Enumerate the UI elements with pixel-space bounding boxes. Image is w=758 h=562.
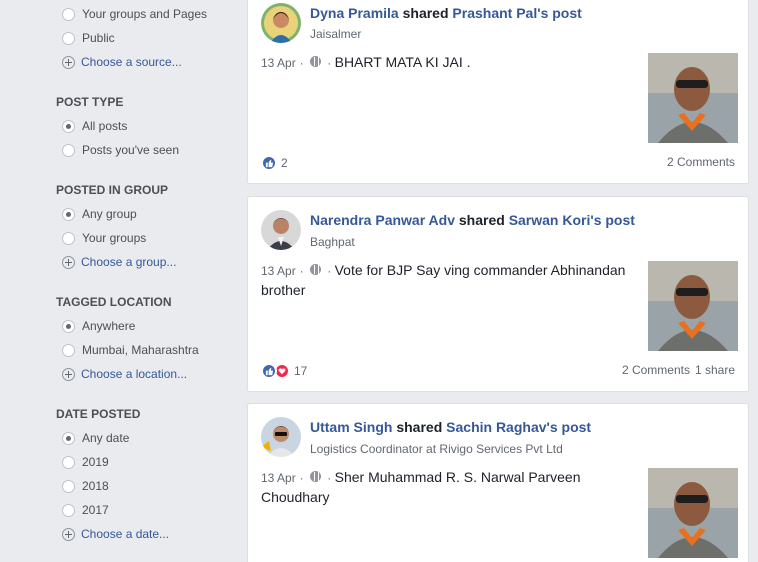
reactions-summary[interactable]: 2 xyxy=(261,155,288,171)
post-action: shared xyxy=(396,419,443,435)
post-subtitle: Jaisalmer xyxy=(310,27,362,41)
choose-source-link[interactable]: Choose a source... xyxy=(62,54,182,70)
reactions-summary[interactable]: 17 xyxy=(261,363,307,379)
radio-selected-icon[interactable] xyxy=(62,119,75,133)
globe-icon xyxy=(309,471,321,482)
filter-2018[interactable]: 2018 xyxy=(62,478,109,494)
choose-location-link[interactable]: Choose a location... xyxy=(62,366,187,382)
reaction-count: 2 xyxy=(281,156,288,170)
filter-your-groups[interactable]: Your groups xyxy=(62,230,146,246)
plus-circle-icon xyxy=(62,527,75,541)
filter-any-group[interactable]: Any group xyxy=(62,206,137,222)
post-subtitle: Baghpat xyxy=(310,235,355,249)
plus-circle-icon xyxy=(62,255,75,269)
shared-post-link[interactable]: Sachin Raghav's post xyxy=(446,419,591,435)
post-date[interactable]: 13 Apr xyxy=(261,264,296,278)
post-body: 13 Apr · · BHART MATA KI JAI . xyxy=(261,54,471,70)
radio-selected-icon[interactable] xyxy=(62,319,75,333)
globe-icon xyxy=(309,56,321,67)
like-reaction-icon xyxy=(261,155,277,171)
post-author-link[interactable]: Dyna Pramila xyxy=(310,5,399,21)
search-filters-sidebar: Your groups and Pages Public Choose a so… xyxy=(0,0,240,562)
filter-anywhere[interactable]: Anywhere xyxy=(62,318,135,334)
filter-any-date[interactable]: Any date xyxy=(62,430,129,446)
post-body: 13 Apr · · Sher Muhammad R. S. Narwal Pa… xyxy=(261,469,581,505)
plus-circle-icon xyxy=(62,55,75,69)
avatar[interactable] xyxy=(261,210,301,250)
posted-in-group-heading: POSTED IN GROUP xyxy=(56,183,169,197)
post-stats: 2 Comments 1 share xyxy=(622,363,735,377)
post-date[interactable]: 13 Apr xyxy=(261,56,296,70)
radio-selected-icon[interactable] xyxy=(62,207,75,221)
post-body: 13 Apr · · Vote for BJP Say ving command… xyxy=(261,262,626,298)
radio-icon[interactable] xyxy=(62,7,75,21)
plus-circle-icon xyxy=(62,367,75,381)
filter-source-public[interactable]: Public xyxy=(62,30,115,46)
choose-date-link[interactable]: Choose a date... xyxy=(62,526,169,542)
reaction-count: 17 xyxy=(294,364,308,378)
radio-selected-icon[interactable] xyxy=(62,431,75,445)
comments-link[interactable]: 2 Comments xyxy=(622,363,690,377)
post-text: BHART MATA KI JAI . xyxy=(334,54,471,70)
radio-icon[interactable] xyxy=(62,479,75,493)
filter-posts-seen[interactable]: Posts you've seen xyxy=(62,142,179,158)
post-stats: 2 Comments xyxy=(667,155,735,169)
post-subtitle: Logistics Coordinator at Rivigo Services… xyxy=(310,442,563,456)
comments-link[interactable]: 2 Comments xyxy=(667,155,735,169)
post-card: Uttam Singh shared Sachin Raghav's post … xyxy=(247,403,749,562)
filter-2019[interactable]: 2019 xyxy=(62,454,109,470)
tagged-location-heading: TAGGED LOCATION xyxy=(56,295,172,309)
post-action: shared xyxy=(402,5,449,21)
avatar[interactable] xyxy=(261,417,301,457)
post-date[interactable]: 13 Apr xyxy=(261,471,296,485)
radio-icon[interactable] xyxy=(62,231,75,245)
radio-icon[interactable] xyxy=(62,455,75,469)
post-text: Sher Muhammad R. S. Narwal Parveen Choud… xyxy=(261,469,581,505)
globe-icon xyxy=(309,264,321,275)
avatar[interactable] xyxy=(261,3,301,43)
post-card: Narendra Panwar Adv shared Sarwan Kori's… xyxy=(247,196,749,392)
radio-icon[interactable] xyxy=(62,31,75,45)
post-author-link[interactable]: Uttam Singh xyxy=(310,419,392,435)
filter-source-your-groups-pages[interactable]: Your groups and Pages xyxy=(62,6,207,22)
radio-icon[interactable] xyxy=(62,143,75,157)
date-posted-heading: DATE POSTED xyxy=(56,407,141,421)
choose-group-link[interactable]: Choose a group... xyxy=(62,254,176,270)
shared-post-link[interactable]: Prashant Pal's post xyxy=(452,5,581,21)
filter-mumbai[interactable]: Mumbai, Maharashtra xyxy=(62,342,199,358)
radio-icon[interactable] xyxy=(62,503,75,517)
post-author-link[interactable]: Narendra Panwar Adv xyxy=(310,212,455,228)
post-thumbnail[interactable] xyxy=(648,468,738,558)
post-card: Dyna Pramila shared Prashant Pal's post … xyxy=(247,0,749,184)
filter-2017[interactable]: 2017 xyxy=(62,502,109,518)
like-reaction-icon xyxy=(261,363,277,379)
filter-all-posts[interactable]: All posts xyxy=(62,118,127,134)
radio-icon[interactable] xyxy=(62,343,75,357)
post-type-heading: POST TYPE xyxy=(56,95,124,109)
shared-post-link[interactable]: Sarwan Kori's post xyxy=(509,212,635,228)
shares-link[interactable]: 1 share xyxy=(695,363,735,377)
post-thumbnail[interactable] xyxy=(648,261,738,351)
post-action: shared xyxy=(458,212,505,228)
post-thumbnail[interactable] xyxy=(648,53,738,143)
